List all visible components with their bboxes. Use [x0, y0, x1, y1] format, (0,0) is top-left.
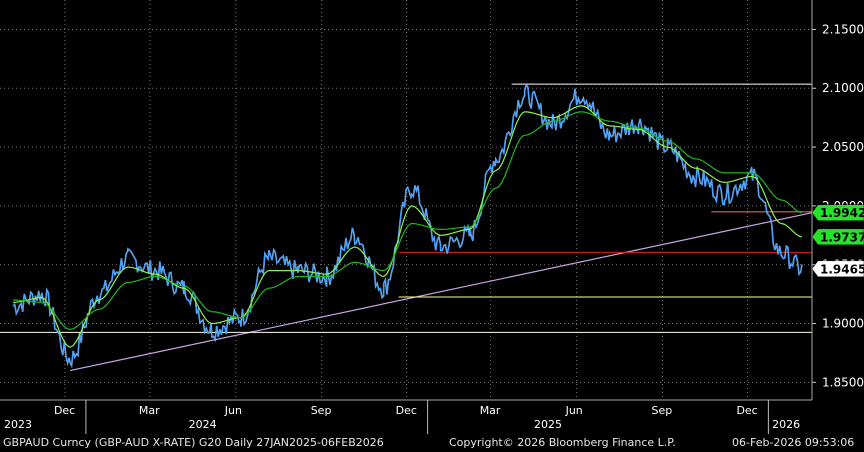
- price-label: 1.9942: [811, 204, 864, 221]
- x-tick-label: Dec: [396, 404, 417, 417]
- price-labels: 1.9942 1.9737 1.9465: [811, 204, 864, 278]
- chart-footer: GBPAUD Curncy (GBP-AUD X-RATE) G20 Daily…: [0, 436, 864, 452]
- x-year-label: 2024: [189, 418, 217, 431]
- y-tick-label: 1.8500: [822, 375, 864, 389]
- price-label: 1.9737: [811, 228, 864, 246]
- x-year-label: 2023: [4, 418, 32, 431]
- price-label-text: 1.9465: [820, 262, 864, 276]
- y-tick-label: 2.1000: [822, 81, 864, 95]
- copyright-label: Copyright© 2026 Bloomberg Finance L.P.: [449, 436, 676, 449]
- price-chart: 1.85001.90001.95002.00002.05002.10002.15…: [0, 0, 864, 436]
- y-tick-label: 1.9000: [822, 317, 864, 331]
- instrument-label: GBPAUD Curncy (GBP-AUD X-RATE) G20 Daily…: [3, 436, 384, 449]
- x-tick-label: Jun: [565, 404, 583, 417]
- x-year-label: 2025: [534, 418, 562, 431]
- x-tick-label: Jun: [224, 404, 242, 417]
- x-tick-label: Dec: [54, 404, 75, 417]
- x-tick-label: Sep: [311, 404, 332, 417]
- price-label: 1.9465: [811, 260, 864, 278]
- y-tick-label: 2.1500: [822, 22, 864, 36]
- x-tick-label: Dec: [736, 404, 757, 417]
- x-year-label: 2026: [772, 418, 800, 431]
- price-label-text: 1.9942: [820, 206, 864, 220]
- x-tick-label: Mar: [139, 404, 160, 417]
- x-tick-label: Mar: [480, 404, 501, 417]
- price-label-text: 1.9737: [820, 230, 864, 244]
- y-tick-label: 2.0500: [822, 140, 864, 154]
- x-tick-label: Sep: [651, 404, 672, 417]
- timestamp-label: 06-Feb-2026 09:53:06: [732, 436, 855, 449]
